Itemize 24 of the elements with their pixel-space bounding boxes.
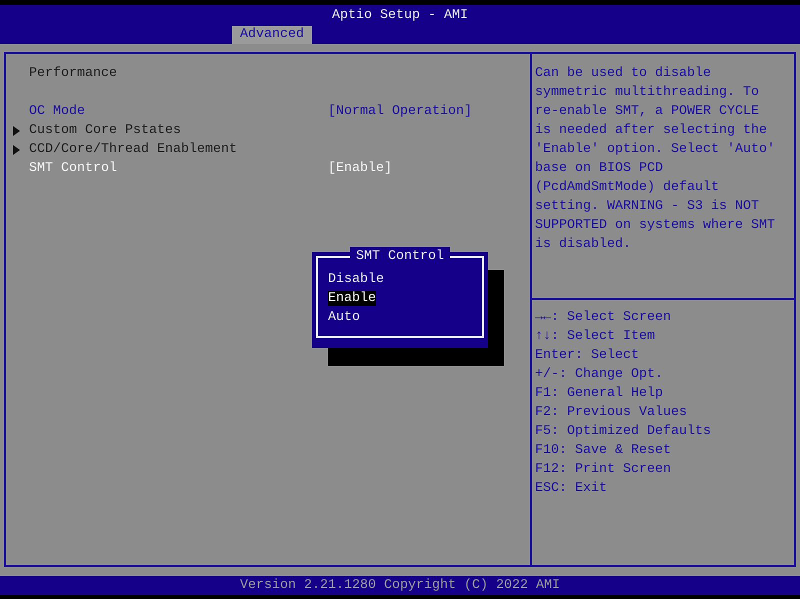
key-hint: +/-: Change Opt. — [535, 366, 663, 384]
setting-label[interactable]: OC Mode — [29, 102, 328, 121]
key-hint: ESC: Exit — [535, 480, 607, 498]
key-hint: Enter: Select — [535, 347, 639, 365]
popup-option[interactable]: Enable — [328, 291, 376, 306]
status-bar: Version 2.21.1280 Copyright (C) 2022 AMI — [0, 576, 800, 595]
tab[interactable]: Advanced — [232, 26, 312, 44]
window-title: Aptio Setup - AMI — [332, 7, 468, 25]
setting-label[interactable]: SMT Control — [29, 159, 328, 178]
popup-option[interactable]: Auto — [328, 310, 360, 325]
key-hint: F2: Previous Values — [535, 404, 687, 422]
submenu-link[interactable]: CCD/Core/Thread Enablement — [29, 140, 237, 159]
key-hint: F5: Optimized Defaults — [535, 423, 711, 441]
key-hint: F10: Save & Reset — [535, 442, 671, 460]
setting-value[interactable]: [Enable] — [328, 159, 392, 178]
key-hint: ↑↓: Select Item — [535, 328, 655, 346]
setting-value[interactable]: [Normal Operation] — [328, 102, 472, 121]
key-hint: →←: Select Screen — [535, 309, 671, 327]
key-hint: F1: General Help — [535, 385, 663, 403]
section-title: Performance — [29, 66, 117, 81]
key-hint: F12: Print Screen — [535, 461, 671, 479]
submenu-link[interactable]: Custom Core Pstates — [29, 121, 181, 140]
help-text: Can be used to disable symmetric multithreading. To re-enable SMT, a POWER CYCLE is needed after selecting the 'Enable' option. Select 'Auto' base on BIOS PCD (PcdAmdSmtMode) default setting. WARNING - S3 is NOT SUPPORTED on systems where SMT is disabled. — [535, 65, 776, 254]
popup-option[interactable]: Disable — [328, 272, 384, 287]
